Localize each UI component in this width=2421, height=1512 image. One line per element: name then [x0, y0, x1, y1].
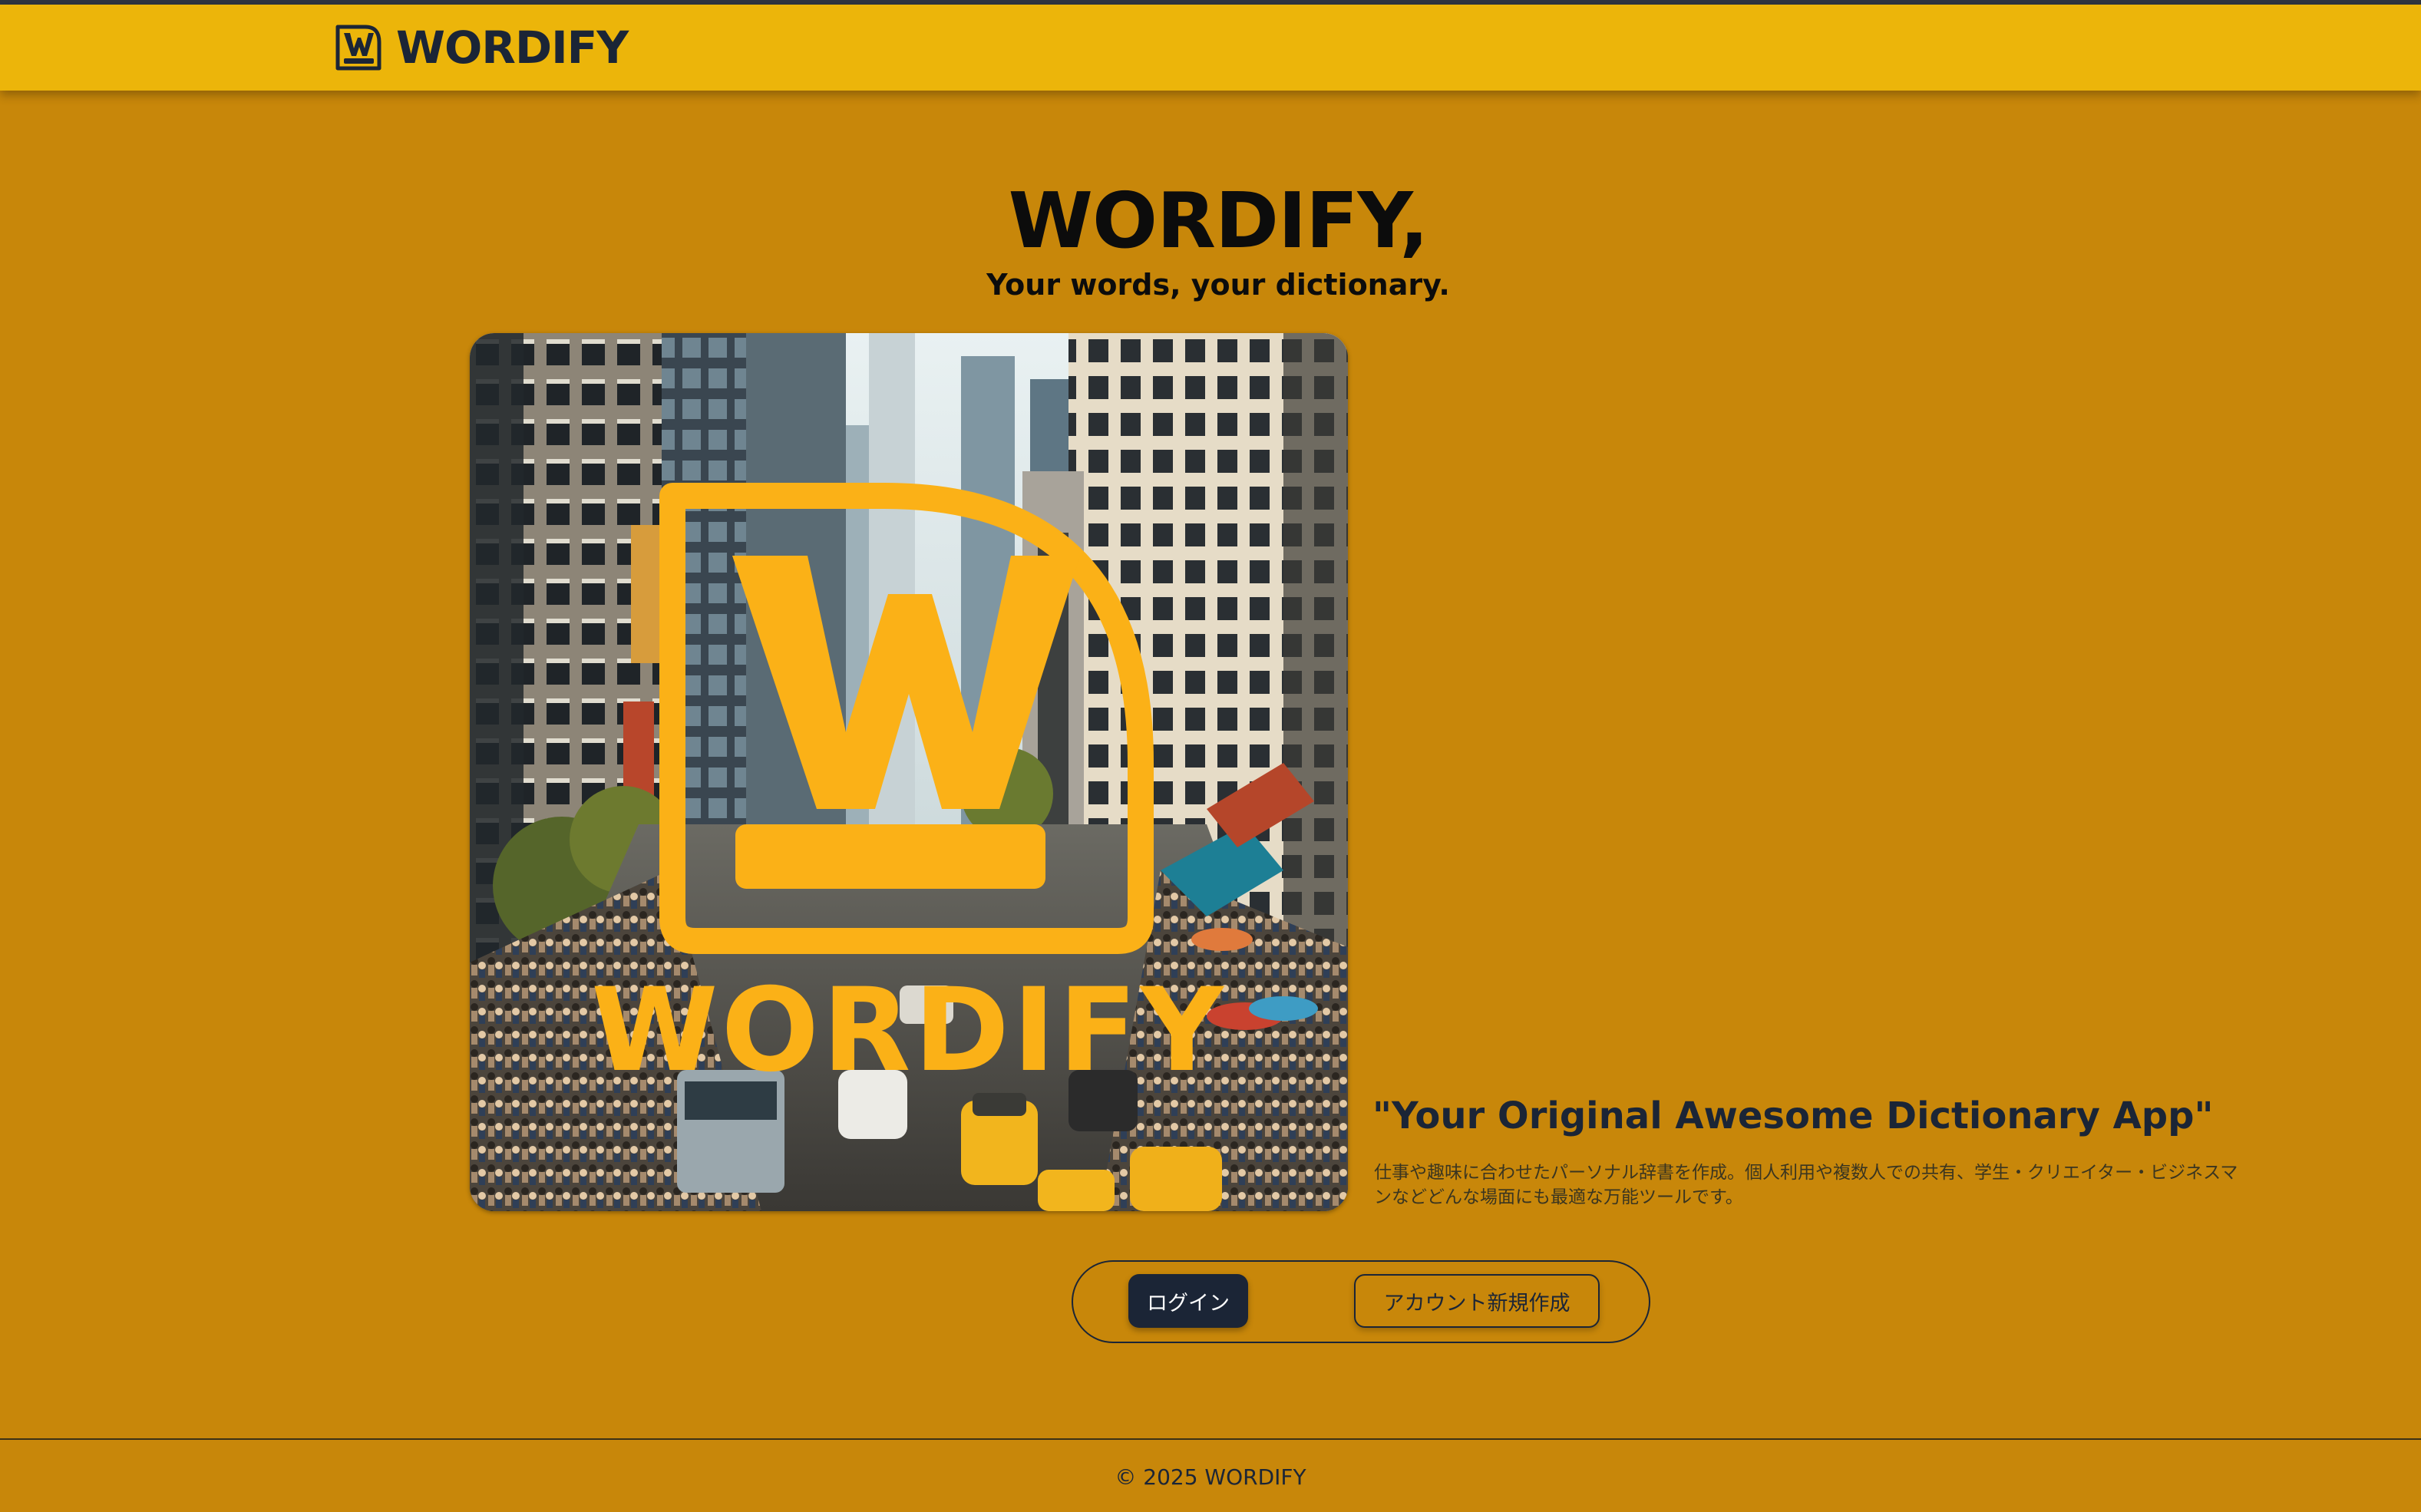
hero-image: WORDIFY: [470, 333, 1348, 1211]
footer-copyright: © 2025 WORDIFY: [1115, 1464, 1306, 1490]
tagline: "Your Original Awesome Dictionary App": [1372, 1094, 2214, 1137]
brand-link[interactable]: WORDIFY: [333, 15, 629, 80]
brand-name: WORDIFY: [396, 21, 629, 74]
auth-action-group: ログイン アカウント新規作成: [1072, 1260, 1650, 1343]
description-text: 仕事や趣味に合わせたパーソナル辞書を作成。個人利用や複数人での共有、学生・クリエ…: [1374, 1163, 2238, 1207]
city-street-illustration: WORDIFY: [470, 333, 1348, 1211]
create-account-button[interactable]: アカウント新規作成: [1354, 1274, 1600, 1328]
site-header: WORDIFY: [0, 5, 2421, 91]
hero-subtitle: Your words, your dictionary.: [986, 268, 1450, 302]
hero-image-wordmark: WORDIFY: [591, 964, 1227, 1098]
hero-title: WORDIFY,: [1008, 176, 1429, 266]
wordify-logo-icon: [335, 25, 381, 71]
site-footer: © 2025 WORDIFY: [0, 1438, 2421, 1512]
login-button[interactable]: ログイン: [1128, 1274, 1248, 1328]
